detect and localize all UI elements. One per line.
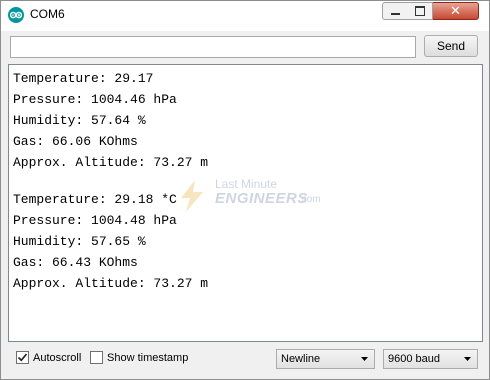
output-blank-line xyxy=(13,173,208,189)
serial-input-field[interactable] xyxy=(10,36,416,58)
close-icon: ✕ xyxy=(450,3,461,19)
output-line: Gas: 66.06 KOhms xyxy=(13,134,138,149)
timestamp-label: Show timestamp xyxy=(107,351,189,364)
arduino-logo-icon xyxy=(8,7,24,23)
checkmark-icon xyxy=(17,353,28,362)
minimize-icon xyxy=(390,13,400,15)
watermark-text-bottom: ENGINEERS xyxy=(215,190,308,207)
line-ending-select[interactable]: Newline xyxy=(276,349,375,369)
baud-rate-select[interactable]: 9600 baud xyxy=(383,349,478,369)
serial-output-area[interactable]: Last Minute ENGINEERS .com Temperature: … xyxy=(8,64,483,342)
timestamp-option[interactable]: Show timestamp xyxy=(90,351,188,364)
maximize-icon xyxy=(414,6,425,16)
output-line: Gas: 66.43 KOhms xyxy=(13,255,138,270)
output-line: Pressure: 1004.46 hPa xyxy=(13,92,177,107)
baud-rate-value: 9600 baud xyxy=(388,353,440,365)
send-row: Send xyxy=(10,35,478,59)
minimize-button[interactable] xyxy=(382,2,408,20)
chevron-down-icon xyxy=(464,357,471,361)
autoscroll-option[interactable]: Autoscroll xyxy=(16,351,81,364)
output-line: Humidity: 57.65 % xyxy=(13,234,146,249)
output-line: Temperature: 29.17 xyxy=(13,71,154,86)
autoscroll-label: Autoscroll xyxy=(33,351,82,364)
output-line: Pressure: 1004.48 hPa xyxy=(13,213,177,228)
title-bar[interactable]: COM6 ✕ xyxy=(1,1,489,31)
watermark-text-suffix: .com xyxy=(299,194,321,205)
close-button[interactable]: ✕ xyxy=(433,2,479,20)
output-line: Temperature: 29.18 *C xyxy=(13,192,177,207)
output-line: Humidity: 57.64 % xyxy=(13,113,146,128)
serial-monitor-window: COM6 ✕ Send Last Minute ENGINEERS .com T… xyxy=(0,0,490,380)
output-line: Approx. Altitude: 73.27 m xyxy=(13,155,209,170)
send-button[interactable]: Send xyxy=(424,35,478,57)
bottom-toolbar: Autoscroll Show timestamp Newline 9600 b… xyxy=(1,343,489,377)
autoscroll-checkbox[interactable] xyxy=(16,351,29,364)
watermark-text-top: Last Minute xyxy=(215,177,278,191)
maximize-button[interactable] xyxy=(407,2,433,20)
chevron-down-icon xyxy=(361,357,368,361)
line-ending-value: Newline xyxy=(281,353,321,365)
timestamp-checkbox[interactable] xyxy=(90,351,103,364)
serial-output-lines: Temperature: 29.17 Pressure: 1004.46 hPa… xyxy=(13,68,208,294)
output-line: Approx. Altitude: 73.27 m xyxy=(13,276,209,291)
window-title: COM6 xyxy=(30,7,65,21)
